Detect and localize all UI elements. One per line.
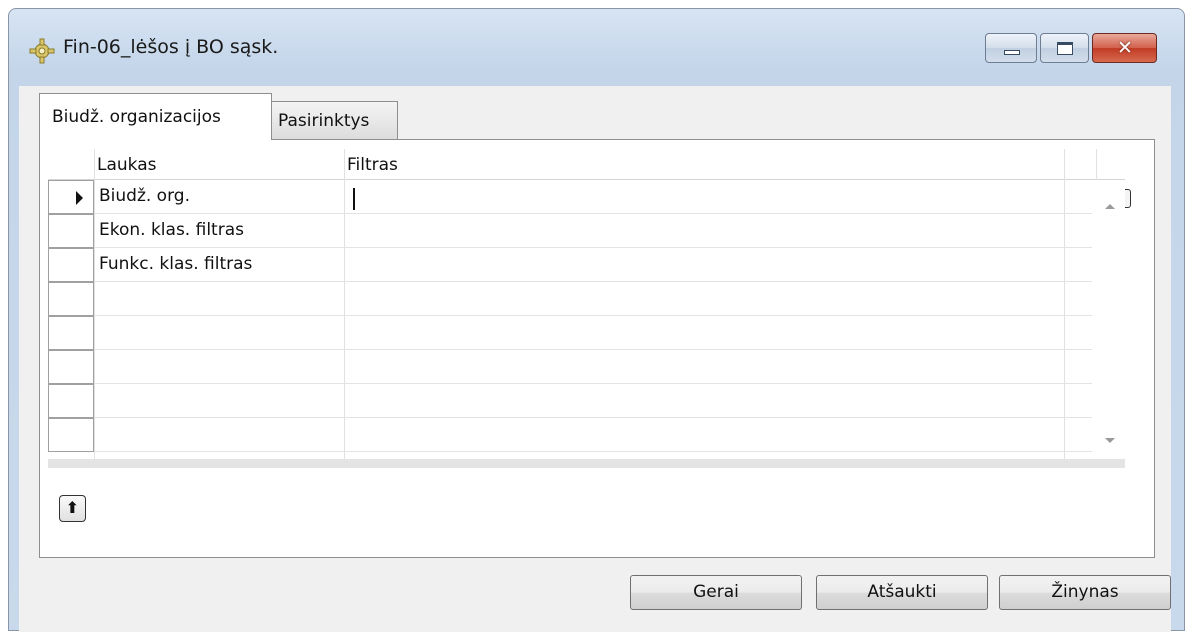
text-caret [353,188,355,210]
maximize-icon [1057,42,1073,55]
field-cell[interactable]: Funkc. klas. filtras [99,254,252,274]
field-cell[interactable]: Biudž. org. [99,186,190,206]
window-title: Fin-06_lėšos į BO sąsk. [63,36,279,58]
table-row[interactable] [95,316,1092,350]
move-up-button[interactable]: ⬆ [59,495,86,522]
row-selector[interactable] [48,282,94,316]
minimize-button[interactable] [985,33,1037,63]
minimize-icon [1004,50,1020,55]
field-cell[interactable]: Ekon. klas. filtras [99,220,244,240]
scroll-down-icon[interactable] [1105,438,1115,443]
grid-header: Laukas Filtras [48,149,1125,180]
title-bar[interactable]: Fin-06_lėšos į BO sąsk. ✕ [9,9,1184,85]
close-button[interactable]: ✕ [1092,33,1157,63]
dialog-window: Fin-06_lėšos į BO sąsk. ✕ Biudž. organiz… [8,8,1185,632]
table-row[interactable] [95,282,1092,316]
cancel-button[interactable]: Atšaukti [816,575,988,610]
gear-icon [29,38,55,64]
row-selector[interactable] [48,180,94,214]
row-selector[interactable] [48,350,94,384]
tab-pasirinktys[interactable]: Pasirinktys [271,101,398,140]
grid-divider [1096,149,1097,180]
help-button[interactable]: Žinynas [999,575,1171,610]
table-row[interactable] [95,350,1092,384]
close-icon: ✕ [1117,37,1133,59]
row-selector[interactable] [48,214,94,248]
ok-button[interactable]: Gerai [630,575,802,610]
column-header-filtras[interactable]: Filtras [347,149,398,179]
dialog-client-area: Biudž. organizacijos Pasirinktys Laukas … [19,86,1171,632]
table-row[interactable]: Funkc. klas. filtras [95,248,1092,282]
horizontal-scrollbar[interactable] [48,459,1125,468]
maximize-button[interactable] [1040,33,1089,63]
column-header-laukas[interactable]: Laukas [97,149,156,179]
table-row[interactable]: Biudž. org. ⬆ [95,180,1131,214]
table-row[interactable]: Ekon. klas. filtras [95,214,1092,248]
scroll-up-icon[interactable] [1105,204,1115,209]
row-selector[interactable] [48,384,94,418]
table-row[interactable] [95,384,1092,418]
vertical-scrollbar[interactable] [1092,180,1125,459]
row-selector[interactable] [48,248,94,282]
filter-grid: Laukas Filtras Biudž. org. ⬆ Ekon. k [48,149,1131,459]
table-row[interactable] [95,418,1092,452]
row-selector[interactable] [48,418,94,452]
current-row-indicator-icon [76,191,83,205]
row-selector[interactable] [48,316,94,350]
tab-biudz-organizacijos[interactable]: Biudž. organizacijos [39,93,272,140]
